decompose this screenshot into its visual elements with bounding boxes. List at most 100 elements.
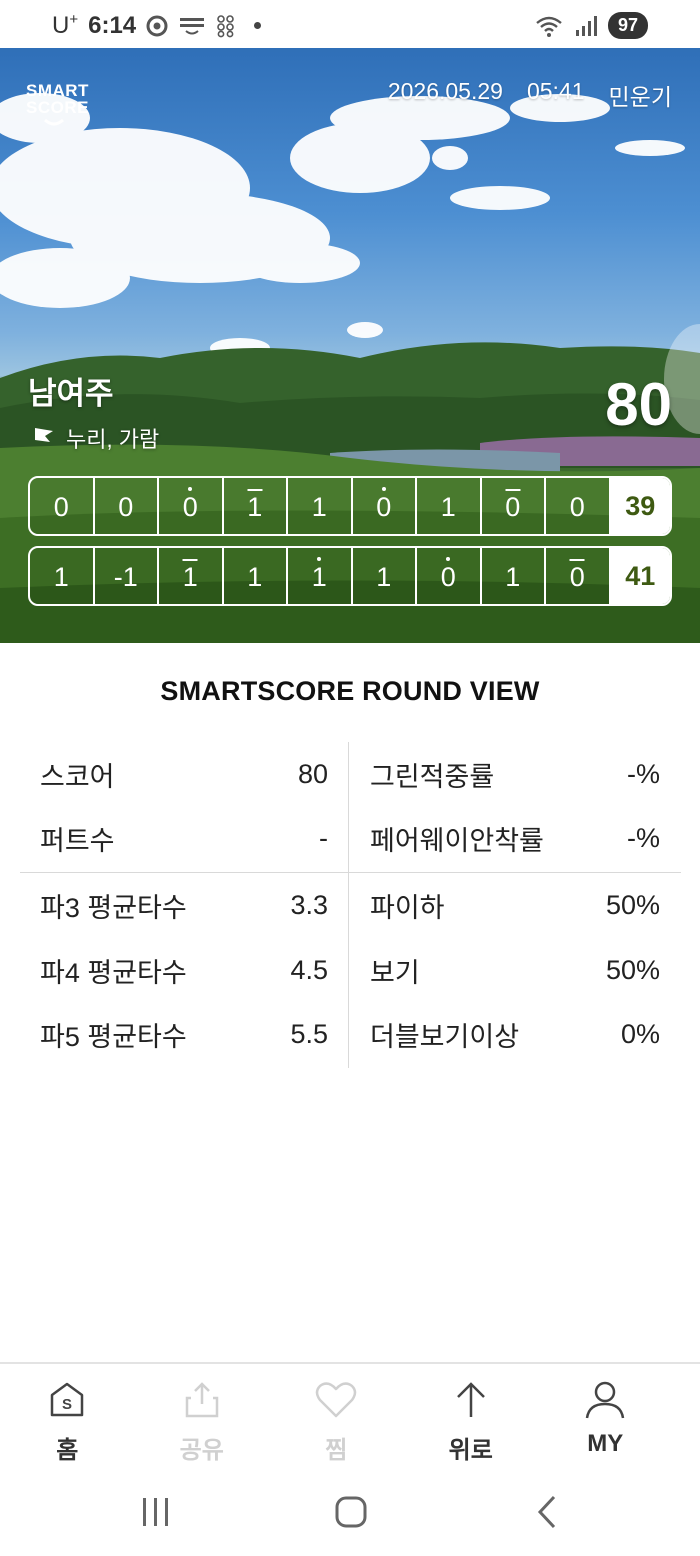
stat-par-or-better: 파이하 50%: [370, 885, 660, 925]
course-hero-banner: SMART SCORE 2026.05.29 05:41 민운기 남여주 누리,…: [0, 48, 700, 643]
hole-dot-marker: [188, 487, 193, 491]
stat-fairway: 페어웨이안착률 -%: [370, 818, 660, 858]
hole-score: 1: [417, 478, 482, 534]
stat-par3-avg: 파3 평균타수 3.3: [40, 885, 328, 925]
stat-value: 50%: [605, 889, 660, 920]
hole-score: 0: [30, 478, 95, 534]
hole-dot-marker: [446, 557, 451, 561]
hole-score: 1: [224, 478, 288, 534]
stat-value: -%: [627, 822, 660, 853]
system-navigation-bar: [0, 1470, 700, 1556]
nav-my-label: MY: [587, 1430, 624, 1457]
player-name: 민운기: [608, 84, 672, 110]
more-notifications-dot-icon: [254, 22, 262, 29]
hole-dot-marker: [381, 487, 386, 491]
hole-bar-marker: [505, 489, 521, 491]
signal-icon: [574, 15, 598, 37]
chrome-icon: [146, 15, 168, 37]
smartscore-notification-icon: [178, 15, 206, 37]
hole-score: 0: [417, 548, 482, 604]
stat-value: 0%: [620, 1018, 660, 1049]
home-icon: S: [51, 1382, 84, 1417]
heart-icon: [316, 1382, 357, 1418]
hole-dot-marker: [317, 557, 322, 561]
nav-home[interactable]: S 홈: [0, 1364, 135, 1467]
front-nine-scorecard[interactable]: 0 0 0 1 1 0 1 0 0 39: [28, 476, 672, 536]
nav-scroll-top[interactable]: 위로: [404, 1364, 539, 1467]
clock: 6:14: [88, 11, 137, 39]
stat-par5-avg: 파5 평균타수 5.5: [40, 1014, 328, 1054]
svg-text:S: S: [62, 1396, 72, 1413]
flag-icon: [35, 428, 53, 450]
hole-bar-marker: [247, 489, 263, 491]
sub-course-names: 누리, 가람: [66, 427, 160, 452]
hole-score: 0: [482, 478, 546, 534]
nav-like[interactable]: 찜: [269, 1364, 404, 1467]
hole-score: 1: [224, 548, 288, 604]
hole-score: 0: [95, 478, 159, 534]
back-nine-scorecard[interactable]: 1 -1 1 1 1 1 0 1 0 41: [28, 546, 672, 606]
stat-label: 스코어: [40, 761, 115, 792]
stat-value: -%: [627, 758, 660, 789]
hole-score: 1: [482, 548, 546, 604]
stat-label: 파5 평균타수: [40, 1021, 187, 1052]
nav-scroll-top-label: 위로: [448, 1437, 493, 1464]
stat-value: 4.5: [290, 954, 328, 985]
nav-share[interactable]: 공유: [135, 1364, 270, 1467]
logo-swoosh-icon: [44, 118, 64, 126]
sub-course-info: 누리, 가람: [32, 422, 159, 454]
hole-score: 1: [159, 548, 224, 604]
share-icon: [185, 1382, 218, 1418]
nav-like-label: 찜: [325, 1437, 348, 1464]
stat-label: 파3 평균타수: [40, 892, 187, 923]
tee-time: 05:41: [526, 78, 585, 104]
hole-score: 0: [546, 548, 611, 604]
stat-label: 더블보기이상: [370, 1021, 520, 1052]
stat-label: 그린적중률: [370, 761, 495, 792]
stat-score: 스코어 80: [40, 754, 328, 794]
stat-double-bogey-plus: 더블보기이상 0%: [370, 1014, 660, 1054]
back-nine-total: 41: [610, 548, 670, 604]
smartscore-logo[interactable]: SMART SCORE: [26, 82, 89, 128]
course-name: 남여주: [28, 376, 114, 411]
stat-value: -: [319, 822, 328, 853]
round-view-title: SMARTSCORE ROUND VIEW: [160, 676, 540, 706]
stat-value: 80: [297, 758, 328, 789]
stat-label: 파4 평균타수: [40, 957, 187, 988]
grid-app-icon: [216, 14, 236, 38]
stat-label: 페어웨이안착률: [370, 825, 544, 856]
hole-bar-marker: [182, 559, 198, 561]
stat-value: 3.3: [290, 889, 328, 920]
stat-value: 5.5: [290, 1018, 328, 1049]
round-info: 2026.05.29 05:41 민운기: [388, 78, 672, 112]
stat-label: 파이하: [370, 892, 445, 923]
stat-putts: 퍼트수 -: [40, 818, 328, 858]
status-bar: U+ 6:14 97: [0, 0, 700, 48]
wifi-icon: [534, 14, 564, 38]
round-stats-table: 스코어 80 퍼트수 - 그린적중률 -% 페어웨이안착률 -% 파3 평균타수…: [20, 742, 681, 1068]
arrow-up-icon: [456, 1382, 485, 1417]
stat-gir: 그린적중률 -%: [370, 754, 660, 794]
total-score: 80: [605, 371, 672, 438]
stat-par4-avg: 파4 평균타수 4.5: [40, 950, 328, 990]
hole-score: 0: [353, 478, 417, 534]
stat-bogey: 보기 50%: [370, 950, 660, 990]
nav-home-label: 홈: [56, 1437, 79, 1464]
home-button-icon[interactable]: [334, 1492, 368, 1532]
bottom-navigation: S 홈 공유 찜 위로 MY: [0, 1362, 700, 1467]
hole-score: 1: [353, 548, 417, 604]
front-nine-total: 39: [610, 478, 670, 534]
hole-score: 0: [546, 478, 611, 534]
hole-bar-marker: [569, 559, 585, 561]
carrier-label: U+: [52, 11, 79, 39]
hole-score: -1: [95, 548, 159, 604]
column-divider: [348, 742, 349, 1068]
back-icon[interactable]: [532, 1492, 562, 1532]
round-date: 2026.05.29: [387, 78, 503, 104]
recent-apps-icon[interactable]: [140, 1492, 172, 1532]
user-icon: [586, 1381, 625, 1419]
row-divider: [20, 872, 681, 873]
nav-my[interactable]: MY: [538, 1364, 673, 1467]
nav-share-label: 공유: [179, 1437, 224, 1464]
battery-indicator: 97: [607, 12, 648, 39]
